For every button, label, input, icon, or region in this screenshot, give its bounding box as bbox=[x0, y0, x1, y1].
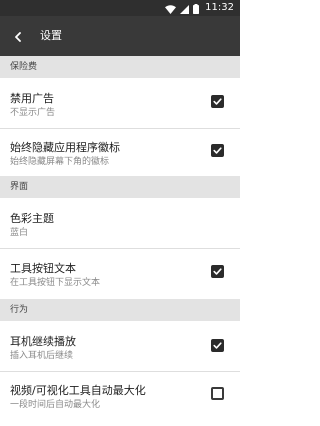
pref-title: 视频/可视化工具自动最大化 bbox=[10, 384, 146, 397]
page-title: 设置 bbox=[40, 29, 62, 42]
pref-color-theme[interactable]: 色彩主题 蓝白 bbox=[0, 198, 240, 248]
status-icons: 11:32 bbox=[165, 0, 234, 16]
pref-auto-maximize[interactable]: 视频/可视化工具自动最大化 一段时间后自动最大化 bbox=[0, 372, 240, 426]
auto-maximize-checkbox[interactable] bbox=[211, 387, 224, 400]
hide-logo-checkbox[interactable] bbox=[211, 144, 224, 157]
status-time: 11:32 bbox=[205, 2, 234, 13]
pref-summary: 不显示广告 bbox=[10, 108, 56, 118]
checkmark-icon bbox=[213, 147, 222, 154]
status-bar: 11:32 bbox=[0, 0, 240, 16]
pref-title: 始终隐藏应用程序徽标 bbox=[10, 141, 120, 154]
toolbar-text-checkbox[interactable] bbox=[211, 265, 224, 278]
headset-resume-checkbox[interactable] bbox=[211, 339, 224, 352]
pref-title: 耳机继续播放 bbox=[10, 335, 76, 348]
pref-summary: 插入耳机后继续 bbox=[10, 351, 74, 361]
disable-ads-checkbox[interactable] bbox=[211, 95, 224, 108]
back-button[interactable] bbox=[6, 24, 30, 48]
signal-icon bbox=[180, 0, 190, 18]
pref-disable-ads[interactable]: 禁用广告 不显示广告 bbox=[0, 78, 240, 128]
checkmark-icon bbox=[213, 342, 222, 349]
pref-summary: 在工具按钮下显示文本 bbox=[10, 278, 101, 288]
arrow-back-icon bbox=[13, 27, 23, 46]
checkmark-icon bbox=[213, 268, 222, 275]
checkmark-icon bbox=[213, 98, 222, 105]
pref-summary: 蓝白 bbox=[10, 228, 29, 238]
pref-toolbar-button-text[interactable]: 工具按钮文本 在工具按钮下显示文本 bbox=[0, 249, 240, 299]
section-header-interface: 界面 bbox=[0, 176, 240, 198]
pref-title: 禁用广告 bbox=[10, 92, 54, 105]
wifi-icon bbox=[165, 0, 177, 18]
section-header-behavior: 行为 bbox=[0, 299, 240, 321]
pref-hide-logo[interactable]: 始终隐藏应用程序徽标 始终隐藏屏幕下角的徽标 bbox=[0, 129, 240, 176]
section-header-premium: 保险费 bbox=[0, 56, 240, 78]
pref-summary: 一段时间后自动最大化 bbox=[10, 400, 101, 410]
pref-headset-resume[interactable]: 耳机继续播放 插入耳机后继续 bbox=[0, 321, 240, 371]
battery-icon bbox=[193, 0, 200, 18]
app-toolbar: 设置 bbox=[0, 16, 240, 56]
pref-title: 工具按钮文本 bbox=[10, 262, 76, 275]
pref-summary: 始终隐藏屏幕下角的徽标 bbox=[10, 157, 110, 167]
pref-title: 色彩主题 bbox=[10, 212, 54, 225]
